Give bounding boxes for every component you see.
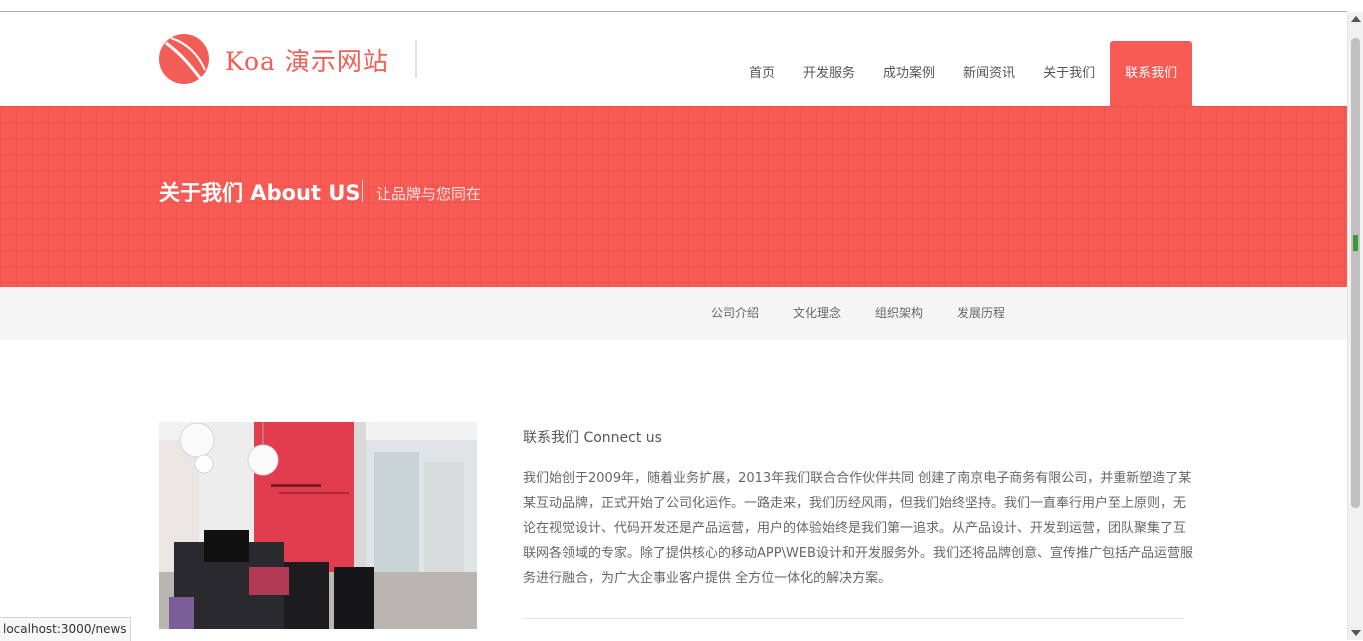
tennis-ball-logo-icon <box>159 34 209 84</box>
site-header: Koa 演示网站 首页 开发服务 成功案例 新闻资讯 关于我们 联系我们 <box>0 12 1347 106</box>
scroll-up-arrow-icon[interactable] <box>1351 16 1361 22</box>
link-status-bar: localhost:3000/news <box>0 617 131 641</box>
site-name: Koa 演示网站 <box>225 47 389 76</box>
page-subtitle: 让品牌与您同在 <box>376 185 482 203</box>
scrollbar-track[interactable] <box>1351 26 1360 622</box>
section-divider <box>523 618 1184 619</box>
subnav-item-organization[interactable]: 组织架构 <box>858 287 940 340</box>
site-logo[interactable]: Koa 演示网站 <box>159 34 419 84</box>
page-title: 关于我们 About US <box>159 181 361 205</box>
sub-nav: 公司介绍 文化理念 组织架构 发展历程 <box>0 287 1347 340</box>
main-nav: 首页 开发服务 成功案例 新闻资讯 关于我们 联系我们 <box>735 41 1193 106</box>
office-photo-image <box>159 422 477 629</box>
nav-item-news[interactable]: 新闻资讯 <box>949 41 1029 106</box>
scrollbar-grip-icon <box>1353 235 1358 251</box>
banner-divider <box>362 180 363 202</box>
nav-item-cases[interactable]: 成功案例 <box>869 41 949 106</box>
nav-item-about[interactable]: 关于我们 <box>1029 41 1109 106</box>
subnav-item-company-intro[interactable]: 公司介绍 <box>694 287 776 340</box>
page-banner: 关于我们 About US 让品牌与您同在 <box>0 106 1347 287</box>
scrollbar-thumb[interactable] <box>1351 38 1360 508</box>
page-scrollbar[interactable] <box>1347 12 1363 640</box>
nav-item-contact[interactable]: 联系我们 <box>1110 41 1193 106</box>
office-photo <box>159 422 477 629</box>
section-title: 联系我们 Connect us <box>523 430 662 446</box>
subnav-item-culture[interactable]: 文化理念 <box>776 287 858 340</box>
subnav-item-history[interactable]: 发展历程 <box>940 287 1022 340</box>
section-body: 我们始创于2009年，随着业务扩展，2013年我们联合合作伙伴共同 创建了南京电… <box>523 471 1193 586</box>
nav-item-home[interactable]: 首页 <box>735 41 789 106</box>
logo-divider <box>415 40 417 78</box>
browser-top-edge <box>0 0 1347 12</box>
scroll-down-arrow-icon[interactable] <box>1351 630 1361 636</box>
nav-item-dev-services[interactable]: 开发服务 <box>789 41 869 106</box>
